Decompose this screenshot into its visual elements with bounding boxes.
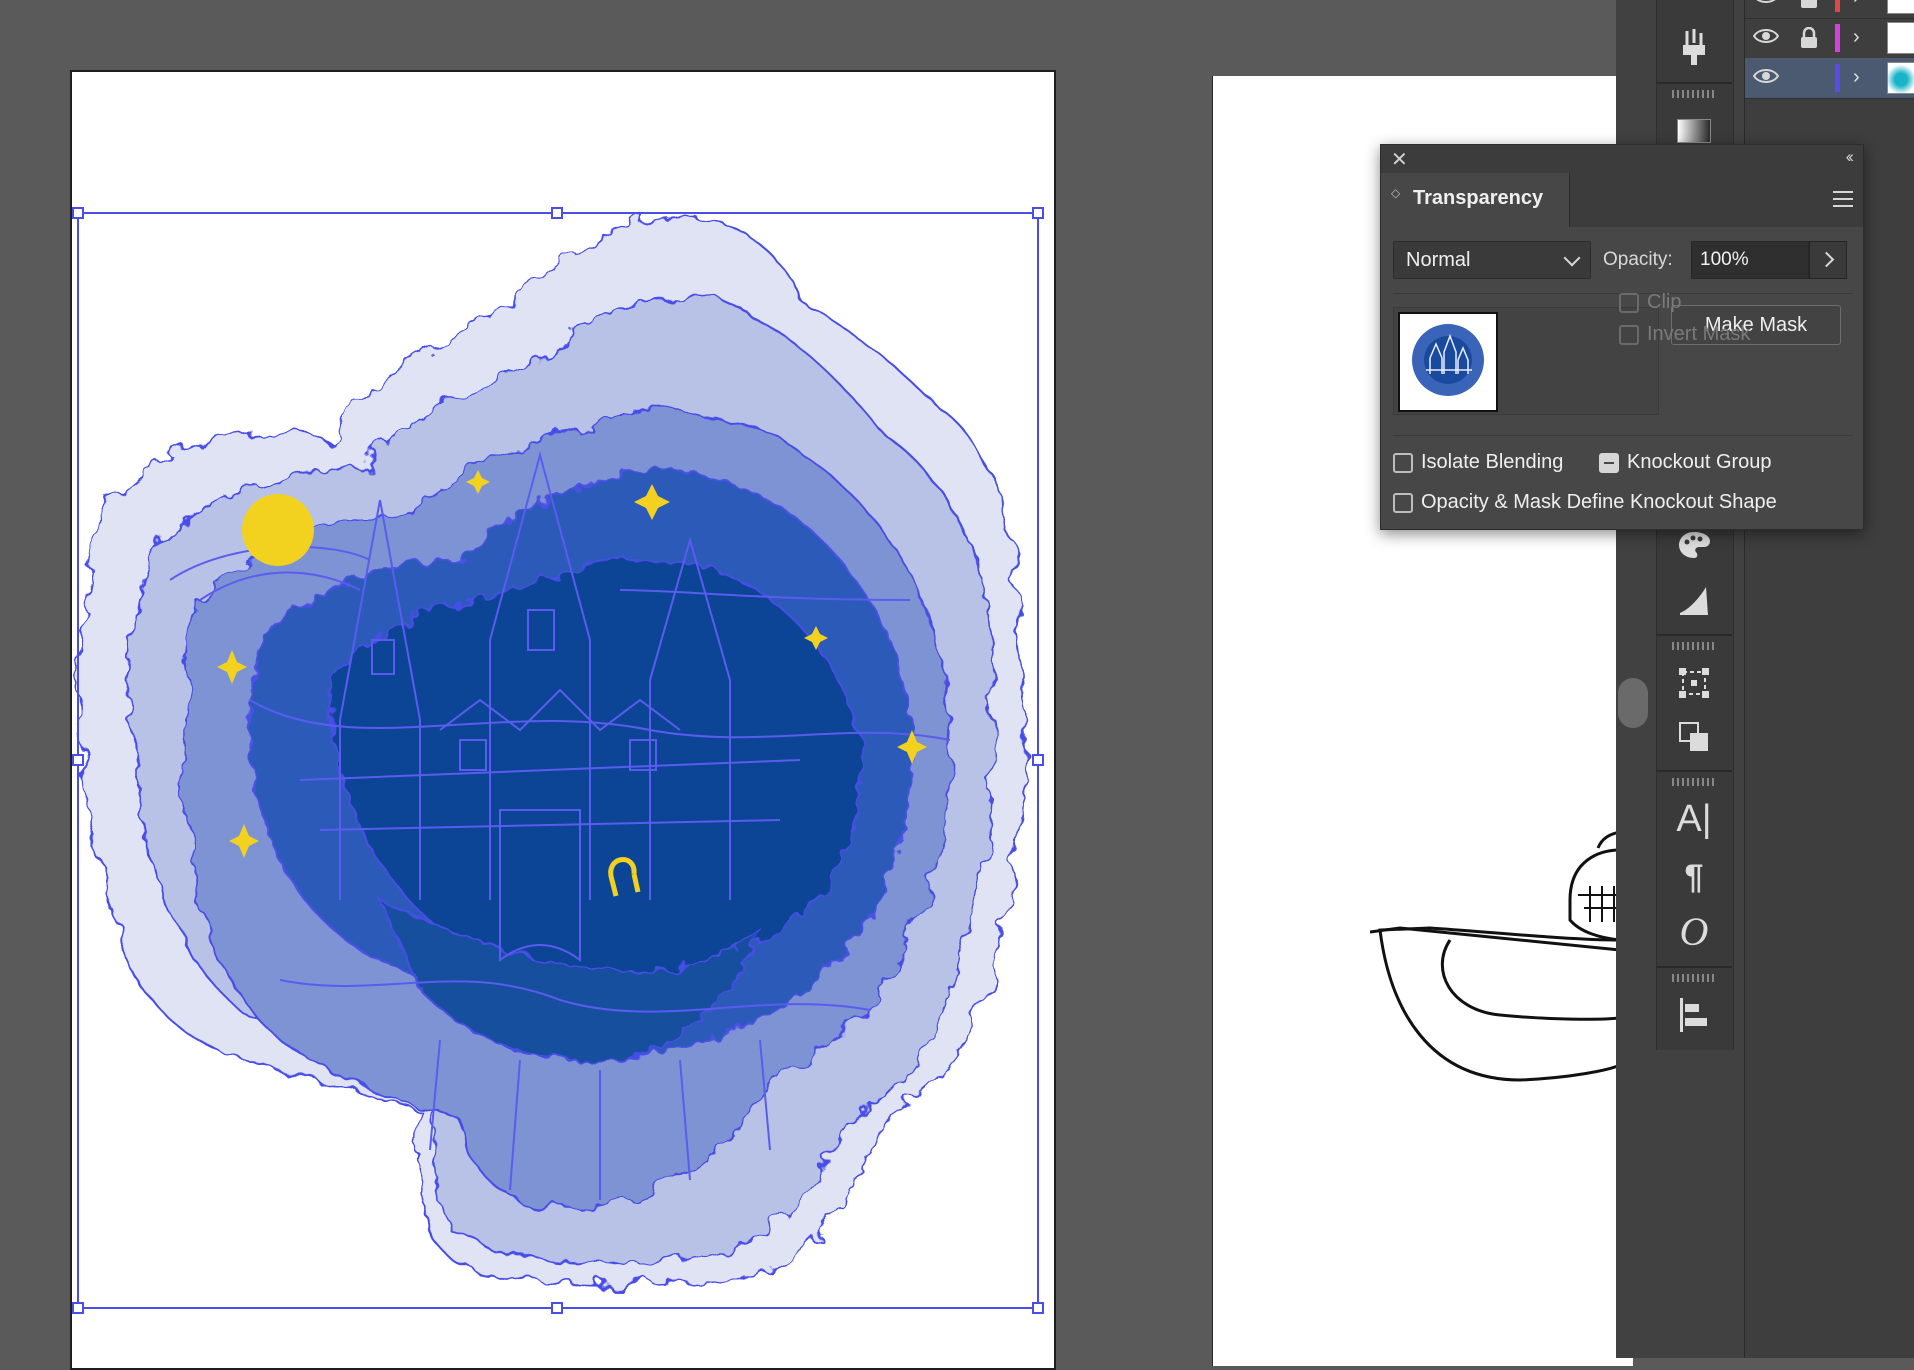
layer-row-selected[interactable]: › bbox=[1745, 58, 1914, 99]
isolate-blending-label: Isolate Blending bbox=[1421, 451, 1564, 473]
invert-mask-checkbox[interactable] bbox=[1619, 325, 1639, 345]
knockout-group-label: Knockout Group bbox=[1627, 451, 1772, 473]
collapse-icon[interactable]: ‹‹ bbox=[1846, 147, 1855, 167]
divider bbox=[1393, 435, 1853, 436]
tool-grip[interactable] bbox=[1672, 90, 1716, 98]
clip-label: Clip bbox=[1647, 291, 1682, 313]
moon-shape bbox=[242, 494, 314, 566]
blend-mode-value: Normal bbox=[1406, 249, 1471, 271]
opacity-mask-knockout-label: Opacity & Mask Define Knockout Shape bbox=[1421, 491, 1777, 513]
lock-icon[interactable] bbox=[1799, 26, 1823, 49]
panel-menu-icon[interactable] bbox=[1833, 191, 1853, 212]
tab-arrows-icon: ◇ bbox=[1391, 186, 1401, 200]
opacity-input[interactable] bbox=[1691, 241, 1809, 279]
opacity-slider-button[interactable] bbox=[1809, 241, 1847, 279]
eye-icon[interactable] bbox=[1753, 0, 1783, 9]
layer-color-swatch bbox=[1835, 0, 1840, 12]
tab-transparency[interactable]: ◇ Transparency bbox=[1381, 173, 1570, 227]
opacity-mask-knockout-checkbox[interactable] bbox=[1393, 493, 1413, 513]
panel-title-bar[interactable]: ✕ ‹‹ bbox=[1381, 145, 1863, 174]
transform-icon[interactable] bbox=[1656, 660, 1732, 706]
layer-row[interactable]: › bbox=[1745, 0, 1914, 19]
blend-mode-select[interactable]: Normal bbox=[1393, 241, 1591, 279]
artwork-thumbnail[interactable] bbox=[1398, 312, 1498, 412]
knockout-group-checkbox[interactable] bbox=[1599, 453, 1619, 473]
knight-artwork[interactable] bbox=[1370, 820, 1620, 1090]
mask-thumbnail-area[interactable] bbox=[1393, 307, 1659, 415]
opentype-icon[interactable]: O bbox=[1656, 908, 1732, 954]
tool-separator bbox=[1656, 82, 1732, 84]
layer-color-swatch bbox=[1835, 24, 1840, 52]
tool-separator bbox=[1656, 634, 1732, 636]
brush-icon[interactable] bbox=[1656, 24, 1732, 70]
align-icon[interactable] bbox=[1656, 992, 1732, 1038]
layer-thumbnail bbox=[1887, 0, 1914, 14]
paragraph-icon[interactable]: ¶ bbox=[1656, 854, 1732, 900]
eye-icon[interactable] bbox=[1752, 67, 1783, 89]
canvas-scrollbar-thumb[interactable] bbox=[1618, 678, 1648, 728]
clip-checkbox[interactable] bbox=[1619, 293, 1639, 313]
tool-grip[interactable] bbox=[1672, 642, 1716, 650]
lock-icon[interactable] bbox=[1799, 0, 1823, 9]
layer-thumbnail bbox=[1887, 22, 1914, 54]
tool-grip[interactable] bbox=[1672, 974, 1716, 982]
layer-thumbnail bbox=[1887, 62, 1914, 94]
tool-separator bbox=[1656, 966, 1732, 968]
opacity-label: Opacity: bbox=[1603, 249, 1673, 270]
chevron-down-icon bbox=[1563, 249, 1581, 267]
chevron-right-icon[interactable]: › bbox=[1853, 0, 1860, 9]
invert-mask-label: Invert Mask bbox=[1647, 323, 1751, 345]
layer-row[interactable]: › bbox=[1745, 18, 1914, 59]
layer-color-swatch bbox=[1835, 64, 1840, 92]
chevron-right-icon[interactable]: › bbox=[1853, 66, 1860, 89]
tool-separator bbox=[1656, 770, 1732, 772]
close-icon[interactable]: ✕ bbox=[1391, 147, 1408, 172]
transparency-panel: ✕ ‹‹ ◇ Transparency Normal Opacity: Make… bbox=[1380, 144, 1864, 530]
eye-icon[interactable] bbox=[1752, 27, 1783, 49]
shape-icon[interactable] bbox=[1656, 578, 1732, 624]
pathfinder-icon[interactable] bbox=[1656, 714, 1732, 760]
character-icon[interactable]: A| bbox=[1656, 796, 1732, 842]
isolate-blending-checkbox[interactable] bbox=[1393, 453, 1413, 473]
panel-tab-bar: ◇ Transparency bbox=[1381, 173, 1863, 227]
tool-grip[interactable] bbox=[1672, 778, 1716, 786]
tab-label: Transparency bbox=[1413, 187, 1544, 209]
chevron-right-icon[interactable]: › bbox=[1853, 26, 1860, 49]
